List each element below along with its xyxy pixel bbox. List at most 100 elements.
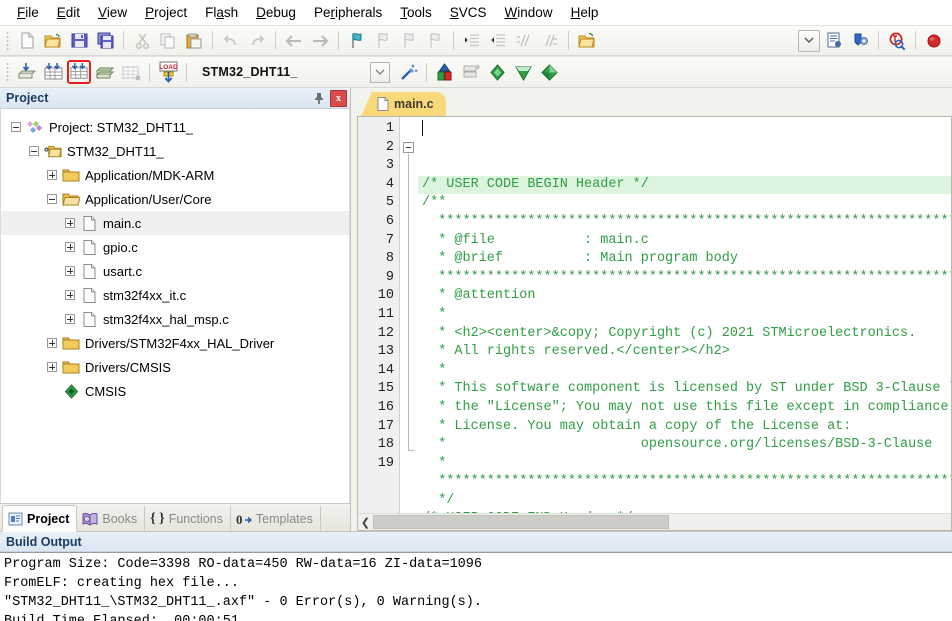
build-icon[interactable] [41, 60, 65, 84]
menu-item-debug[interactable]: Debug [247, 2, 305, 23]
indent-icon[interactable] [460, 29, 484, 53]
build-output-text[interactable]: Program Size: Code=3398 RO-data=450 RW-d… [0, 552, 952, 621]
stop-build-icon[interactable] [922, 29, 946, 53]
code-line[interactable]: ****************************************… [418, 473, 951, 492]
panel-tab-project[interactable]: Project [2, 505, 78, 532]
tree-expand-icon[interactable] [65, 218, 75, 228]
toolbar-grip[interactable] [6, 30, 10, 51]
code-editor-body[interactable]: 1 2 3 4 5 6 7 8 9 10 11 12 13 14 15 16 17 18 19 /* USER CO… [358, 117, 951, 513]
code-line[interactable]: * [418, 306, 951, 325]
chevron-left-icon[interactable]: ❮ [358, 515, 373, 530]
chevron-down-icon[interactable] [370, 61, 390, 83]
code-line[interactable]: * @file : main.c [418, 232, 951, 251]
load-download-icon[interactable]: LOAD [156, 60, 180, 84]
tree-item-project-stm32-dht11[interactable]: Project: STM32_DHT11_ [1, 115, 349, 139]
tree-item-usart-c[interactable]: usart.c [1, 259, 349, 283]
code-line[interactable]: * @brief : Main program body [418, 250, 951, 269]
tree-item-gpio-c[interactable]: gpio.c [1, 235, 349, 259]
code-line[interactable]: * @attention [418, 287, 951, 306]
code-editor[interactable]: 1 2 3 4 5 6 7 8 9 10 11 12 13 14 15 16 17 18 19 /* USER CO… [357, 116, 952, 531]
rebuild-all-icon[interactable] [67, 60, 91, 84]
batch-build-icon[interactable] [93, 60, 117, 84]
code-line[interactable]: ****************************************… [418, 269, 951, 288]
tree-expand-icon[interactable] [47, 338, 57, 348]
code-line[interactable]: * All rights reserved.</center></h2> [418, 343, 951, 362]
tree-expand-icon[interactable] [65, 242, 75, 252]
menu-item-edit[interactable]: Edit [48, 2, 89, 23]
target-selector[interactable]: STM32_DHT11_ [198, 61, 390, 83]
cut-icon[interactable] [130, 29, 154, 53]
insert-dropdown-icon[interactable] [798, 29, 820, 52]
outdent-icon[interactable] [486, 29, 510, 53]
tree-item-main-c[interactable]: main.c [1, 211, 349, 235]
configuration-wizard-icon[interactable] [396, 60, 420, 84]
code-line[interactable]: * opensource.org/licenses/BSD-3-Clause [418, 436, 951, 455]
manage-project-items-icon[interactable] [433, 60, 457, 84]
tree-item-stm32f4xx-it-c[interactable]: stm32f4xx_it.c [1, 283, 349, 307]
code-line[interactable]: ****************************************… [418, 213, 951, 232]
menu-item-project[interactable]: Project [136, 2, 196, 23]
tree-item-stm32-dht11[interactable]: STM32_DHT11_ [1, 139, 349, 163]
tree-collapse-icon[interactable] [11, 122, 21, 132]
pack-installer-icon[interactable] [485, 60, 509, 84]
pack-manager-icon[interactable] [537, 60, 561, 84]
tree-expand-icon[interactable] [47, 170, 57, 180]
translate-icon[interactable] [15, 60, 39, 84]
tree-expand-icon[interactable] [65, 266, 75, 276]
menu-item-peripherals[interactable]: Peripherals [305, 2, 391, 23]
navigate-forward-icon[interactable] [308, 29, 332, 53]
code-line[interactable]: */ [418, 492, 951, 511]
bookmark-toggle-icon[interactable] [345, 29, 369, 53]
configure-icon[interactable] [822, 29, 846, 53]
find-in-files-icon[interactable] [885, 29, 909, 53]
stop-build-icon[interactable] [119, 60, 143, 84]
menu-item-tools[interactable]: Tools [391, 2, 441, 23]
panel-tab-functions[interactable]: { } Functions [145, 506, 231, 531]
code-line[interactable]: * This software component is licensed by… [418, 380, 951, 399]
tree-expand-icon[interactable] [47, 362, 57, 372]
panel-tab-templates[interactable]: 0 Templates [231, 506, 321, 531]
code-fold-toggle-icon[interactable] [403, 141, 414, 153]
code-line[interactable]: * [418, 455, 951, 474]
editor-tab-main-c[interactable]: main.c [361, 92, 446, 116]
scrollbar-thumb[interactable] [373, 515, 669, 529]
manage-multi-project-icon[interactable] [459, 60, 483, 84]
open-folder-icon[interactable] [575, 29, 599, 53]
save-all-icon[interactable] [93, 29, 117, 53]
menu-item-window[interactable]: Window [496, 2, 562, 23]
code-line[interactable]: * License. You may obtain a copy of the … [418, 418, 951, 437]
code-fold-column[interactable] [400, 117, 418, 513]
open-file-icon[interactable] [41, 29, 65, 53]
undo-icon[interactable] [219, 29, 243, 53]
code-text-content[interactable]: /* USER CODE BEGIN Header *//** ********… [418, 117, 951, 513]
bookmark-next-icon[interactable] [397, 29, 421, 53]
tree-collapse-icon[interactable] [47, 194, 57, 204]
project-tree[interactable]: Project: STM32_DHT11_ STM32_DHT11_ Applica… [0, 109, 350, 503]
editor-horizontal-scrollbar[interactable]: ❮ [358, 513, 951, 530]
menu-item-flash[interactable]: Flash [196, 2, 247, 23]
copy-icon[interactable] [156, 29, 180, 53]
menu-item-file[interactable]: File [8, 2, 48, 23]
bookmark-clear-icon[interactable] [423, 29, 447, 53]
menu-item-svcs[interactable]: SVCS [441, 2, 496, 23]
paste-icon[interactable] [182, 29, 206, 53]
uncomment-icon[interactable] [538, 29, 562, 53]
tree-collapse-icon[interactable] [29, 146, 39, 156]
code-line[interactable]: /* USER CODE END Header */ [418, 510, 951, 513]
manage-runtime-env-icon[interactable] [511, 60, 535, 84]
menu-item-help[interactable]: Help [562, 2, 608, 23]
tree-item-drivers-cmsis[interactable]: Drivers/CMSIS [1, 355, 349, 379]
new-file-icon[interactable] [15, 29, 39, 53]
tree-item-drivers-stm32f4xx-hal-driver[interactable]: Drivers/STM32F4xx_HAL_Driver [1, 331, 349, 355]
code-line[interactable]: /* USER CODE BEGIN Header */ [418, 175, 951, 195]
code-line[interactable]: * the "License"; You may not use this fi… [418, 399, 951, 418]
navigate-back-icon[interactable] [282, 29, 306, 53]
tree-expand-icon[interactable] [65, 314, 75, 324]
bookmark-prev-icon[interactable] [371, 29, 395, 53]
redo-icon[interactable] [245, 29, 269, 53]
menu-item-view[interactable]: View [89, 2, 136, 23]
tree-item-application-user-core[interactable]: Application/User/Core [1, 187, 349, 211]
code-line[interactable]: * <h2><center>&copy; Copyright (c) 2021 … [418, 325, 951, 344]
tree-item-application-mdk-arm[interactable]: Application/MDK-ARM [1, 163, 349, 187]
toolbar-grip[interactable] [6, 62, 10, 82]
